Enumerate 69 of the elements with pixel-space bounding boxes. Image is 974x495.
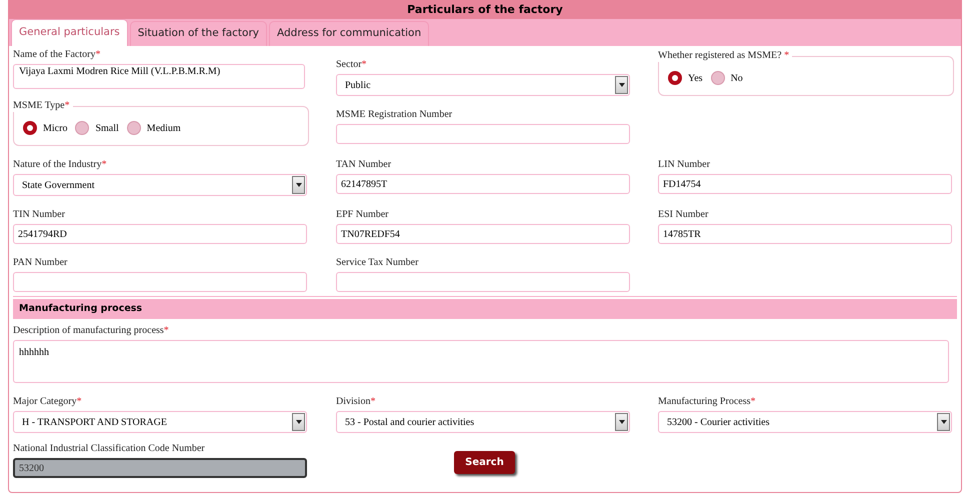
dropdown-button[interactable] <box>615 76 628 94</box>
radio-button[interactable] <box>126 121 141 135</box>
field-label: Nature of the Industry <box>13 159 102 170</box>
dropdown-button[interactable] <box>292 176 305 194</box>
dropdown-field[interactable]: State Government <box>13 174 307 196</box>
search-button[interactable]: Search <box>454 451 515 474</box>
field-label: Whether registered as MSME? <box>658 50 783 61</box>
field-label: MSME Registration Number <box>336 109 452 120</box>
field-label: National Industrial Classification Code Number <box>13 443 205 454</box>
required-mark: * <box>76 396 82 407</box>
required-mark: * <box>95 49 100 60</box>
field-label: TIN Number <box>13 209 65 220</box>
radio-label: Small <box>95 122 119 136</box>
section-header: Manufacturing process <box>13 299 957 319</box>
dropdown-field[interactable]: Public <box>336 74 630 96</box>
caret-icon <box>296 420 302 424</box>
input-field[interactable] <box>336 124 630 144</box>
field-label: Service Tax Number <box>336 257 418 268</box>
input-field[interactable] <box>13 272 307 292</box>
input-field: 53200 <box>13 458 307 478</box>
dropdown-button[interactable] <box>292 413 305 431</box>
dropdown-button[interactable] <box>937 413 950 431</box>
radio-button[interactable] <box>668 71 682 85</box>
text-area[interactable]: hhhhhh <box>13 340 949 383</box>
required-mark: * <box>784 50 790 61</box>
input-field[interactable]: FD14754 <box>658 174 952 194</box>
input-field[interactable] <box>336 272 630 292</box>
input-field[interactable]: 14785TR <box>658 224 952 244</box>
dropdown-field[interactable]: 53 - Postal and courier activities <box>336 411 630 433</box>
dropdown-button[interactable] <box>615 413 628 431</box>
required-mark: * <box>750 396 756 407</box>
caret-icon <box>296 183 302 187</box>
radio-button[interactable] <box>23 121 37 135</box>
required-mark: * <box>64 100 70 111</box>
caret-icon <box>940 420 946 424</box>
field-label: LIN Number <box>658 159 710 170</box>
radio-button[interactable] <box>75 121 90 135</box>
field-label: TAN Number <box>336 159 392 170</box>
input-field[interactable]: 2541794RD <box>13 224 307 244</box>
field-label: Sector <box>336 59 362 70</box>
caret-icon <box>618 420 624 424</box>
tab[interactable]: General particulars <box>11 19 128 46</box>
required-mark: * <box>370 396 376 407</box>
field-label: EPF Number <box>336 209 388 220</box>
radio-button[interactable] <box>710 71 725 85</box>
field-label: MSME Type <box>13 100 65 111</box>
input-field[interactable]: Vijaya Laxmi Modren Rice Mill (V.L.P.B.M.R.M) <box>13 64 305 89</box>
required-mark: * <box>362 59 367 70</box>
input-field[interactable]: 62147895T <box>336 174 630 194</box>
tab[interactable]: Situation of the factory <box>130 21 267 46</box>
tab[interactable]: Address for communication <box>268 21 430 46</box>
field-label: ESI Number <box>658 209 708 220</box>
caret-icon <box>618 83 624 87</box>
input-field[interactable]: TN07REDF54 <box>336 224 630 244</box>
radio-label: Medium <box>146 122 181 136</box>
radio-label: No <box>730 72 743 86</box>
panel-title: Particulars of the factory <box>9 1 961 19</box>
radio-label: Yes <box>688 72 703 86</box>
field-label: Description of manufacturing process <box>13 325 164 336</box>
required-mark: * <box>102 159 107 170</box>
field-label: PAN Number <box>13 257 68 268</box>
radio-label: Micro <box>43 122 68 136</box>
dropdown-field[interactable]: 53200 - Courier activities <box>658 411 952 433</box>
field-label: Name of the Factory <box>13 49 96 60</box>
field-label: Manufacturing Process <box>658 396 750 407</box>
required-mark: * <box>164 325 169 336</box>
field-label: Major Category <box>13 396 77 407</box>
field-label: Division <box>336 396 370 407</box>
dropdown-field[interactable]: H - TRANSPORT AND STORAGE <box>13 411 307 433</box>
